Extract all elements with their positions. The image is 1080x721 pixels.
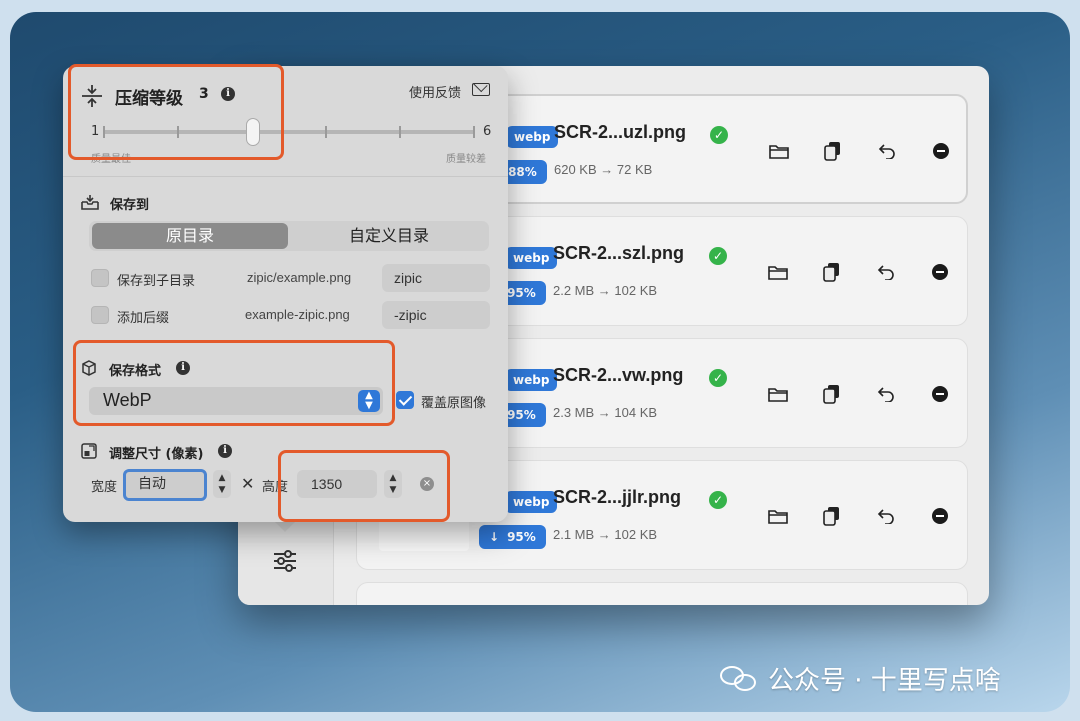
save-to-title: 保存到 xyxy=(110,198,150,213)
check-circle-icon: ✓ xyxy=(709,491,727,509)
copy-icon[interactable] xyxy=(806,140,860,162)
arrow-down-icon: ↓ xyxy=(489,530,500,544)
resize-icon xyxy=(81,443,99,459)
undo-icon[interactable] xyxy=(859,505,913,527)
percent-badge: ↓ 95% xyxy=(479,525,546,549)
remove-icon[interactable] xyxy=(914,140,968,162)
undo-icon[interactable] xyxy=(859,261,913,283)
height-label: 高度 xyxy=(262,480,289,495)
compression-slider-thumb[interactable] xyxy=(246,118,260,146)
percent-value: 95% xyxy=(507,530,536,544)
compression-level: 3 xyxy=(199,86,209,102)
file-name: SCR-2...uzl.png xyxy=(554,122,686,142)
format-title: 保存格式 xyxy=(109,364,162,379)
settings-sliders-icon[interactable] xyxy=(271,548,299,574)
undo-icon[interactable] xyxy=(859,383,913,405)
segment-original-dir[interactable]: 原目录 xyxy=(92,223,288,249)
suffix-example: example-zipic.png xyxy=(245,307,350,322)
height-input[interactable]: 1350 xyxy=(297,470,377,498)
settings-popover: 压缩等级 3 i 使用反馈 1 6 质量最佳 质量较差 保存到 原目录 自定义目… xyxy=(63,64,508,522)
percent-value: 95% xyxy=(507,408,536,422)
undo-icon[interactable] xyxy=(860,140,914,162)
resize-title: 调整尺寸 (像素) xyxy=(109,447,204,462)
suffix-input[interactable]: -zipic xyxy=(382,301,490,329)
percent-value: 88% xyxy=(508,165,537,179)
copy-icon[interactable] xyxy=(805,505,859,527)
width-input[interactable]: 自动 xyxy=(123,469,207,501)
chevron-updown-icon[interactable]: ▲ ▼ xyxy=(358,390,380,412)
percent-value: 95% xyxy=(507,286,536,300)
width-label: 宽度 xyxy=(91,480,118,495)
file-name: SCR-2...vw.png xyxy=(553,365,684,385)
height-stepper[interactable]: ▲ ▼ xyxy=(384,470,402,498)
remove-icon[interactable] xyxy=(913,383,967,405)
watermark-text: 公众号 · 十里写点啥 xyxy=(768,666,1001,696)
slider-tick xyxy=(399,126,401,138)
info-icon[interactable]: i xyxy=(221,87,235,101)
file-sizes: 2.3 MB → 104 KB xyxy=(553,405,658,420)
slider-tick xyxy=(473,126,475,138)
format-select[interactable]: WebP ▲ ▼ xyxy=(89,387,383,415)
wechat-icon xyxy=(720,664,758,694)
format-select-value: WebP xyxy=(103,390,152,410)
copy-icon[interactable] xyxy=(805,261,859,283)
cube-icon xyxy=(81,360,99,376)
suffix-checkbox[interactable] xyxy=(91,306,109,324)
format-badge: webp xyxy=(506,126,559,148)
folder-icon[interactable] xyxy=(751,383,805,405)
check-circle-icon: ✓ xyxy=(709,369,727,387)
slider-tick xyxy=(177,126,179,138)
check-circle-icon: ✓ xyxy=(710,126,728,144)
mail-icon[interactable] xyxy=(472,83,490,96)
subdir-checkbox[interactable] xyxy=(91,269,109,287)
slider-worst-label: 质量较差 xyxy=(446,154,486,165)
file-sizes: 620 KB → 72 KB xyxy=(554,162,653,177)
subdir-input[interactable]: zipic xyxy=(382,264,490,292)
width-stepper[interactable]: ▲ ▼ xyxy=(213,470,231,498)
divider xyxy=(63,176,508,177)
file-card[interactable] xyxy=(356,582,968,605)
copy-icon[interactable] xyxy=(805,383,859,405)
segment-custom-dir[interactable]: 自定义目录 xyxy=(289,221,489,251)
remove-icon[interactable] xyxy=(913,505,967,527)
compression-title: 压缩等级 xyxy=(115,89,183,109)
folder-icon[interactable] xyxy=(751,505,805,527)
slider-best-label: 质量最佳 xyxy=(91,154,131,165)
slider-max-label: 6 xyxy=(483,124,492,139)
file-sizes: 2.1 MB → 102 KB xyxy=(553,527,658,542)
info-icon[interactable]: i xyxy=(218,444,232,458)
file-name: SCR-2...jjlr.png xyxy=(553,487,682,507)
save-tray-icon xyxy=(81,194,99,210)
file-name: SCR-2...szl.png xyxy=(553,243,685,263)
subdir-label: 保存到子目录 xyxy=(117,274,196,289)
remove-icon[interactable] xyxy=(913,261,967,283)
clear-icon[interactable]: × xyxy=(420,477,434,491)
overwrite-checkbox[interactable] xyxy=(396,391,414,409)
suffix-label: 添加后缀 xyxy=(117,311,170,326)
times-icon: ✕ xyxy=(241,474,255,493)
format-badge: webp xyxy=(505,369,558,391)
check-circle-icon: ✓ xyxy=(709,247,727,265)
compression-slider-track[interactable] xyxy=(103,126,475,138)
folder-icon[interactable] xyxy=(751,261,805,283)
slider-min-label: 1 xyxy=(91,124,100,139)
slider-tick xyxy=(325,126,327,138)
save-location-segmented: 原目录 自定义目录 xyxy=(89,221,489,251)
overwrite-label: 覆盖原图像 xyxy=(421,396,487,411)
format-badge: webp xyxy=(505,491,558,513)
compress-icon xyxy=(81,84,103,108)
feedback-link[interactable]: 使用反馈 xyxy=(409,82,461,101)
folder-icon[interactable] xyxy=(752,140,806,162)
file-sizes: 2.2 MB → 102 KB xyxy=(553,283,658,298)
slider-tick xyxy=(103,126,105,138)
info-icon[interactable]: i xyxy=(176,361,190,375)
watermark: 公众号 · 十里写点啥 xyxy=(720,660,1001,697)
subdir-example: zipic/example.png xyxy=(247,270,352,285)
format-badge: webp xyxy=(505,247,558,269)
